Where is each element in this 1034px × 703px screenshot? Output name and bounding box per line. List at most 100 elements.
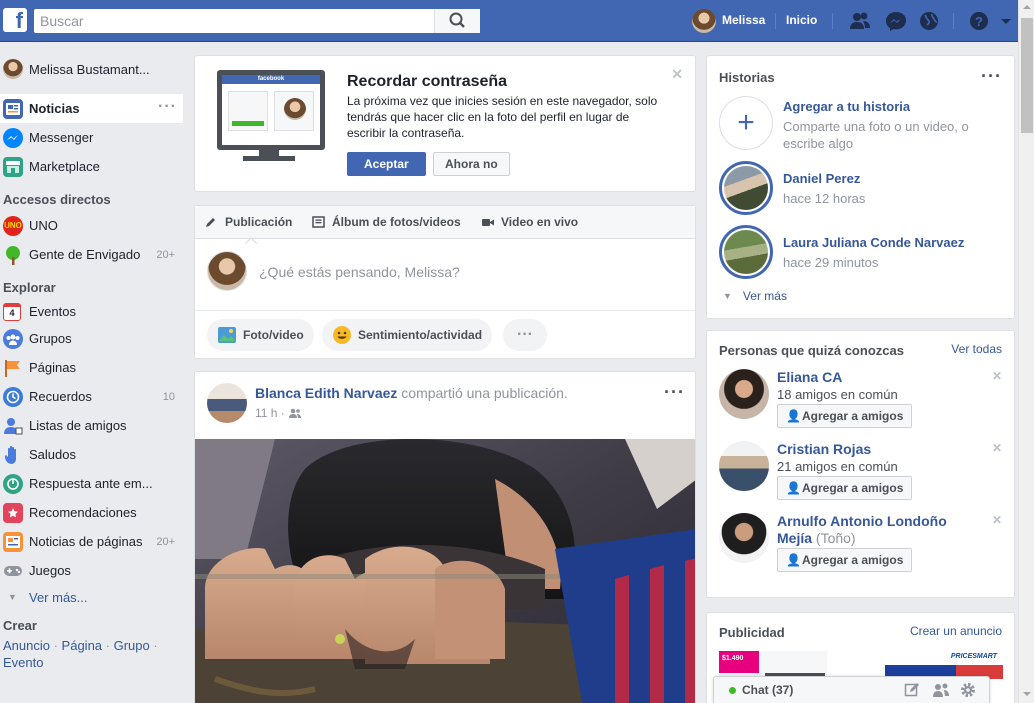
person-name[interactable]: Eliana CA — [777, 369, 842, 385]
password-reminder-card: facebook Recordar contraseña La próxima … — [194, 55, 696, 192]
messenger-icon[interactable] — [885, 11, 907, 31]
create-page-link[interactable]: Página — [62, 638, 102, 653]
sidebar-item-recommendations[interactable]: Recomendaciones — [0, 498, 183, 527]
post-options-icon[interactable]: ··· — [664, 382, 685, 403]
album-icon — [312, 216, 325, 228]
facebook-logo-icon[interactable]: f — [3, 8, 27, 32]
sidebar-item-memories[interactable]: Recuerdos 10 — [0, 382, 183, 411]
close-icon[interactable]: ✕ — [671, 66, 683, 83]
search-input[interactable] — [34, 9, 434, 33]
add-friend-icon: 👤 — [786, 481, 801, 495]
dismiss-icon[interactable]: ✕ — [992, 441, 1002, 455]
person-avatar[interactable] — [719, 369, 769, 419]
new-message-icon[interactable] — [904, 682, 920, 698]
person-avatar[interactable] — [719, 513, 769, 563]
sidebar-item-label: Gente de Envigado — [29, 247, 141, 262]
new-group-icon[interactable] — [932, 682, 950, 698]
more-options-icon[interactable]: ··· — [158, 98, 177, 116]
chat-label: Chat (37) — [742, 683, 794, 697]
search-button[interactable] — [434, 9, 480, 33]
post-time[interactable]: 11 h · — [255, 406, 285, 420]
sidebar-item-marketplace[interactable]: Marketplace — [0, 152, 183, 181]
story-time: hace 29 minutos — [783, 255, 879, 270]
add-friend-icon: 👤 — [786, 409, 801, 423]
create-event-link[interactable]: Evento — [3, 655, 43, 670]
composer-input[interactable]: ¿Qué estás pensando, Melissa? — [259, 264, 460, 280]
profile-avatar[interactable] — [692, 9, 716, 33]
more-options-icon[interactable]: ··· — [503, 319, 547, 351]
sidebar-item-messenger[interactable]: Messenger — [0, 123, 183, 152]
accept-button[interactable]: Aceptar — [347, 152, 426, 176]
sidebar-item-label: Juegos — [29, 563, 71, 578]
gamepad-icon — [3, 561, 23, 581]
post-action: compartió una publicación. — [401, 385, 568, 401]
not-now-button[interactable]: Ahora no — [433, 152, 510, 176]
post-author-name[interactable]: Blanca Edith Narvaez — [255, 385, 397, 401]
sidebar-item-crisis-response[interactable]: Respuesta ante em... — [0, 469, 183, 498]
create-ad-link[interactable]: Anuncio — [3, 638, 50, 653]
see-more-label: Ver más... — [29, 589, 88, 605]
scroll-thumb[interactable] — [1021, 18, 1033, 133]
home-link[interactable]: Inicio — [786, 13, 817, 27]
sidebar-item-news-feed[interactable]: Noticias ··· — [0, 94, 183, 123]
tab-post[interactable]: Publicación — [205, 215, 292, 229]
add-friend-button[interactable]: 👤 Agregar a amigos — [777, 476, 913, 500]
scroll-up-arrow-icon[interactable] — [1019, 0, 1034, 14]
chevron-down-icon: ▼ — [8, 592, 17, 602]
friend-requests-icon[interactable] — [849, 11, 871, 31]
scroll-down-arrow-icon[interactable] — [1019, 687, 1034, 701]
create-group-link[interactable]: Grupo — [114, 638, 150, 653]
help-icon[interactable]: ? — [968, 11, 990, 31]
chat-sidebar-bar[interactable]: Chat (37) — [713, 676, 990, 703]
dismiss-icon[interactable]: ✕ — [992, 513, 1002, 527]
sidebar-item-gente-de-envigado[interactable]: Gente de Envigado 20+ — [0, 240, 183, 269]
tab-photo-album[interactable]: Álbum de fotos/videos — [312, 215, 461, 229]
tab-indicator — [244, 232, 258, 245]
sidebar-item-groups[interactable]: Grupos — [0, 324, 183, 353]
post-author-avatar[interactable] — [207, 383, 247, 423]
sidebar-item-games[interactable]: Juegos — [0, 556, 183, 585]
see-all-link[interactable]: Ver todas — [951, 342, 1002, 356]
person-name[interactable]: Cristian Rojas — [777, 441, 871, 457]
story-name[interactable]: Laura Juliana Conde Narvaez — [783, 235, 964, 250]
person-nickname: (Toño) — [815, 530, 856, 546]
story-avatar-laura[interactable] — [719, 225, 773, 279]
divider — [775, 13, 776, 29]
sidebar-item-pokes[interactable]: Saludos — [0, 440, 183, 469]
add-story-button[interactable]: + — [719, 96, 773, 150]
dismiss-icon[interactable]: ✕ — [992, 369, 1002, 383]
stories-see-more[interactable]: ▼ Ver más — [723, 289, 787, 303]
story-name[interactable]: Daniel Perez — [783, 171, 860, 186]
post-photo[interactable] — [195, 439, 696, 703]
sidebar-item-pages-feed[interactable]: Noticias de páginas 20+ — [0, 527, 183, 556]
stories-options-icon[interactable]: ··· — [981, 66, 1002, 87]
sidebar-item-friend-lists[interactable]: Listas de amigos — [0, 411, 183, 440]
chat-settings-gear-icon[interactable] — [960, 682, 976, 698]
sidebar-see-more[interactable]: ▼ Ver más... — [0, 585, 183, 609]
friends-audience-icon[interactable] — [288, 408, 302, 418]
sidebar-item-pages[interactable]: Páginas — [0, 353, 183, 382]
account-menu-caret-icon[interactable] — [999, 11, 1013, 31]
post-header: Blanca Edith Narvaez compartió una publi… — [255, 385, 568, 401]
create-ad-link[interactable]: Crear un anuncio — [910, 624, 1002, 638]
add-story-title[interactable]: Agregar a tu historia — [783, 99, 910, 114]
notifications-globe-icon[interactable] — [918, 11, 940, 31]
feeling-activity-button[interactable]: Sentimiento/actividad — [322, 319, 493, 351]
item-count: 20+ — [156, 248, 175, 261]
person-name[interactable]: Arnulfo Antonio Londoño Mejía — [777, 513, 947, 546]
photo-video-button[interactable]: Foto/video — [207, 319, 314, 351]
sidebar-item-events[interactable]: 4 Eventos — [0, 299, 183, 324]
sidebar-item-label: Listas de amigos — [29, 418, 127, 433]
story-avatar-daniel[interactable] — [719, 161, 773, 215]
sidebar-profile[interactable]: Melissa Bustamant... — [0, 55, 183, 83]
mutual-friends: 18 amigos en común — [777, 387, 898, 402]
sidebar-item-uno[interactable]: UNO UNO — [0, 211, 183, 240]
add-friend-button[interactable]: 👤 Agregar a amigos — [777, 404, 913, 428]
person-avatar[interactable] — [719, 441, 769, 491]
sidebar-item-label: Recuerdos — [29, 389, 92, 404]
tab-live-video[interactable]: Video en vivo — [481, 215, 578, 229]
add-friend-button[interactable]: 👤 Agregar a amigos — [777, 548, 913, 572]
profile-link[interactable]: Melissa — [722, 13, 765, 27]
page-scrollbar[interactable] — [1018, 0, 1034, 703]
see-more-label: Ver más — [742, 289, 787, 303]
